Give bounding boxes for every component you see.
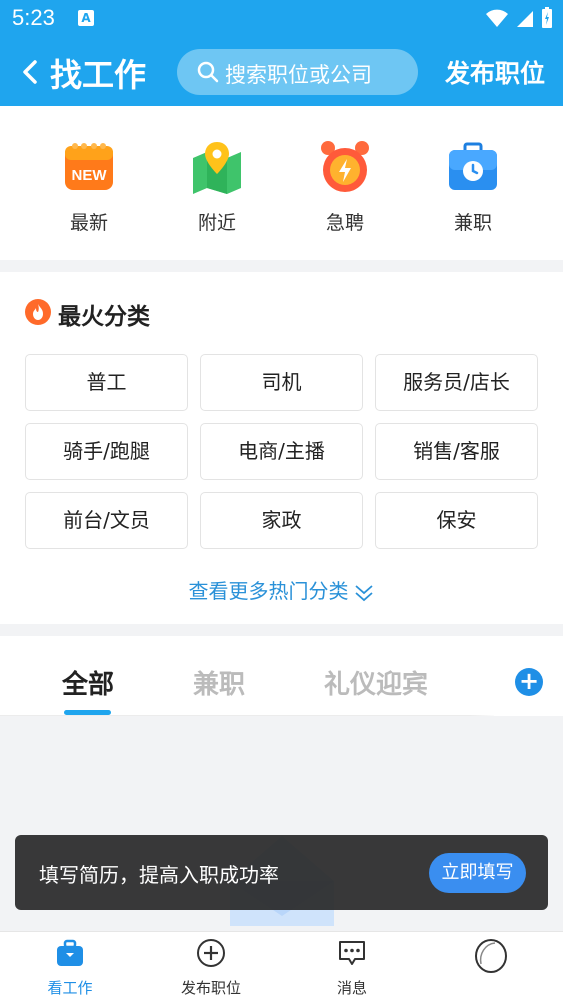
fill-resume-button[interactable]: 立即填写 xyxy=(429,853,526,893)
hot-categories-section: 最火分类 普工 司机 服务员/店长 骑手/跑腿 电商/主播 销售/客服 前台/文… xyxy=(0,272,563,624)
tab-etiquette[interactable]: 礼仪迎宾 xyxy=(324,664,428,701)
alarm-clock-icon xyxy=(317,138,373,194)
more-categories-link[interactable]: 查看更多热门分类 xyxy=(0,575,563,604)
status-bar: 5:23 A xyxy=(0,0,563,38)
add-tab-area: + xyxy=(494,636,563,716)
app-notification-icon: A xyxy=(78,10,94,26)
status-icons xyxy=(485,7,553,29)
category-button[interactable]: 家政 xyxy=(200,492,363,549)
search-placeholder: 搜索职位或公司 xyxy=(225,63,372,87)
quick-entry-urgent[interactable]: 急聘 xyxy=(295,138,395,235)
bottom-navigation: 看工作 发布职位 消息 xyxy=(0,931,563,1002)
battery-icon xyxy=(542,7,552,28)
header-bar: 找工作 搜索职位或公司 发布职位 xyxy=(0,38,563,106)
nav-item-jobs[interactable]: 看工作 xyxy=(20,938,120,998)
nav-label: 发布职位 xyxy=(180,979,241,997)
tab-all[interactable]: 全部 xyxy=(62,664,114,701)
message-icon xyxy=(339,941,365,965)
category-button[interactable]: 司机 xyxy=(200,354,363,411)
category-button[interactable]: 前台/文员 xyxy=(25,492,188,549)
page-title: 找工作 xyxy=(50,56,147,94)
quick-entry-parttime[interactable]: 兼职 xyxy=(423,138,523,235)
double-chevron-down-icon xyxy=(354,584,373,601)
tab-active-indicator xyxy=(64,710,111,715)
post-job-button[interactable]: 发布职位 xyxy=(445,54,545,90)
more-categories-label: 查看更多热门分类 xyxy=(188,579,349,603)
category-button[interactable]: 销售/客服 xyxy=(375,423,538,480)
signal-icon xyxy=(517,11,533,27)
search-input[interactable]: 搜索职位或公司 xyxy=(177,49,418,95)
nav-label: 看工作 xyxy=(47,979,93,997)
add-icon[interactable]: + xyxy=(515,668,543,696)
nav-item-profile[interactable] xyxy=(441,938,541,983)
quick-entry-label: 附近 xyxy=(197,212,236,234)
quick-entry-nearby[interactable]: 附近 xyxy=(167,138,267,235)
category-button[interactable]: 服务员/店长 xyxy=(375,354,538,411)
briefcase-icon xyxy=(57,939,83,966)
category-button[interactable]: 普工 xyxy=(25,354,188,411)
nav-item-post[interactable]: 发布职位 xyxy=(161,938,261,998)
tab-parttime[interactable]: 兼职 xyxy=(193,664,245,701)
nav-item-messages[interactable]: 消息 xyxy=(302,938,402,998)
job-tabs: 全部 兼职 礼仪迎宾 + xyxy=(0,636,563,716)
resume-toast: 填写简历，提高入职成功率 立即填写 xyxy=(15,835,548,910)
plus-circle-icon xyxy=(197,939,225,967)
quick-entry-latest[interactable]: NEW 最新 xyxy=(39,138,139,235)
quick-entry-label: 兼职 xyxy=(453,212,492,234)
toast-message: 填写简历，提高入职成功率 xyxy=(39,863,279,887)
category-button[interactable]: 骑手/跑腿 xyxy=(25,423,188,480)
quick-entries: NEW 最新 附近 急聘 兼职 xyxy=(0,106,563,260)
quick-entry-label: 急聘 xyxy=(325,212,364,234)
nav-label: 消息 xyxy=(336,979,367,997)
new-calendar-icon: NEW xyxy=(61,138,117,194)
new-badge: NEW xyxy=(72,167,108,184)
back-arrow-icon[interactable] xyxy=(18,56,44,88)
category-button[interactable]: 电商/主播 xyxy=(200,423,363,480)
wifi-icon xyxy=(486,9,508,27)
search-icon xyxy=(197,61,219,83)
fire-icon xyxy=(25,299,51,325)
section-title: 最火分类 xyxy=(58,304,150,330)
category-button[interactable]: 保安 xyxy=(375,492,538,549)
map-pin-icon xyxy=(189,138,245,194)
quick-entry-label: 最新 xyxy=(69,212,108,234)
avatar-icon xyxy=(475,939,507,973)
status-time: 5:23 xyxy=(12,5,55,30)
briefcase-clock-icon xyxy=(445,138,501,194)
